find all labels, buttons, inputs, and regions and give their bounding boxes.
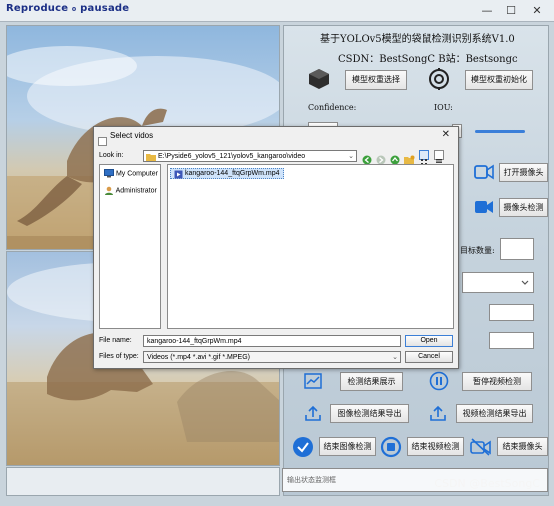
xmax-box <box>489 332 534 349</box>
video-camera-icon <box>474 164 494 184</box>
app-window: Reproduce ₀ pausade — ☐ ✕ 基于YOLOv5模型的袋鼠检… <box>0 0 554 506</box>
iou-slider[interactable] <box>475 130 525 133</box>
stop-circle-icon <box>380 436 402 462</box>
look-in-label: Look in: <box>99 152 124 159</box>
author-info: CSDN：BestSongC B站：Bestsongc <box>338 54 518 65</box>
open-button[interactable]: Open <box>405 335 453 347</box>
dialog-title: Select vidos <box>110 131 154 140</box>
app-title: Reproduce ₀ pausade <box>6 3 130 14</box>
place-my-computer[interactable]: My Computer <box>104 169 158 178</box>
end-image-button[interactable]: 结束图像检测 <box>319 437 376 456</box>
minimize-button[interactable]: — <box>476 2 498 19</box>
computer-icon <box>104 169 114 178</box>
file-list: kangaroo-144_ftqGrpWm.mp4 <box>167 164 454 329</box>
pause-video-button[interactable]: 暂停视频检测 <box>462 372 532 391</box>
dialog-app-icon <box>98 131 107 150</box>
title-bar: Reproduce ₀ pausade — ☐ ✕ <box>0 0 554 22</box>
up-folder-icon[interactable] <box>390 150 400 165</box>
chart-icon <box>304 373 322 393</box>
camera-off-icon <box>470 438 492 460</box>
chevron-down-icon: ⌄ <box>348 153 354 160</box>
place-label: My Computer <box>115 170 158 178</box>
end-video-button[interactable]: 结束视频检测 <box>407 437 464 456</box>
upload-icon <box>429 404 447 426</box>
file-type-label: Files of type: <box>99 353 139 360</box>
new-folder-icon[interactable] <box>404 150 415 165</box>
forward-icon[interactable] <box>376 150 386 165</box>
detail-view-icon[interactable] <box>434 150 444 166</box>
back-icon[interactable] <box>362 150 372 165</box>
cancel-button[interactable]: Cancel <box>405 351 453 363</box>
file-type-select[interactable]: Videos (*.mp4 *.avi *.gif *.MPEG) ⌄ <box>143 351 401 363</box>
target-select-combobox[interactable] <box>462 272 534 293</box>
look-in-path: E:\Pyside6_yolov5_121\yolov5_kangaroo\vi… <box>158 153 306 160</box>
chevron-down-icon <box>521 280 529 285</box>
place-administrator[interactable]: Administrator <box>104 186 157 195</box>
check-circle-icon <box>292 436 314 462</box>
chevron-down-icon: ⌄ <box>392 354 398 361</box>
select-weights-button[interactable]: 模型权重选择 <box>345 70 407 90</box>
cube-icon <box>308 68 330 94</box>
file-item[interactable]: kangaroo-144_ftqGrpWm.mp4 <box>170 168 284 179</box>
target-icon <box>428 68 450 94</box>
video-camera-filled-icon <box>474 199 494 219</box>
pause-icon <box>429 371 449 395</box>
open-camera-button[interactable]: 打开摄像头 <box>499 163 548 182</box>
places-sidebar: My Computer Administrator <box>99 164 161 329</box>
result-show-button[interactable]: 检测结果展示 <box>340 372 403 391</box>
file-name-value: kangaroo-144_ftqGrpWm.mp4 <box>147 338 242 345</box>
watermark: CSDN @BestSongC <box>434 477 540 490</box>
folder-icon <box>146 154 156 161</box>
close-button[interactable]: ✕ <box>526 2 548 19</box>
list-view-icon[interactable] <box>419 150 429 165</box>
confidence-label: Confidence: <box>308 103 357 112</box>
dialog-close-button[interactable]: ✕ <box>442 129 450 140</box>
user-icon <box>105 186 113 195</box>
upload-icon <box>304 404 322 426</box>
xmin-box <box>489 304 534 321</box>
output-status-placeholder: 输出状态监测框 <box>287 476 336 484</box>
file-name-label: File name: <box>99 337 132 344</box>
maximize-button[interactable]: ☐ <box>500 2 522 19</box>
system-title: 基于YOLOv5模型的袋鼠检测识别系统V1.0 <box>320 34 515 45</box>
export-video-button[interactable]: 视频检测结果导出 <box>456 404 533 423</box>
target-count-box <box>500 238 534 260</box>
look-in-combobox[interactable]: E:\Pyside6_yolov5_121\yolov5_kangaroo\vi… <box>143 150 357 162</box>
end-camera-button[interactable]: 结束摄像头 <box>497 437 548 456</box>
file-type-value: Videos (*.mp4 *.avi *.gif *.MPEG) <box>147 354 250 361</box>
iou-label: IOU: <box>434 103 453 112</box>
camera-detect-button[interactable]: 摄像头检测 <box>499 198 548 217</box>
place-label: Administrator <box>115 187 157 195</box>
file-name-input[interactable]: kangaroo-144_ftqGrpWm.mp4 <box>143 335 401 347</box>
target-count-label: 目标数量: <box>460 246 495 255</box>
video-file-icon <box>174 170 183 179</box>
file-dialog: Select vidos ✕ Look in: E:\Pyside6_yolov… <box>93 126 459 369</box>
file-name: kangaroo-144_ftqGrpWm.mp4 <box>185 170 280 177</box>
export-image-button[interactable]: 图像检测结果导出 <box>330 404 409 423</box>
init-weights-button[interactable]: 模型权重初始化 <box>465 70 533 90</box>
bottom-strip <box>6 467 280 496</box>
